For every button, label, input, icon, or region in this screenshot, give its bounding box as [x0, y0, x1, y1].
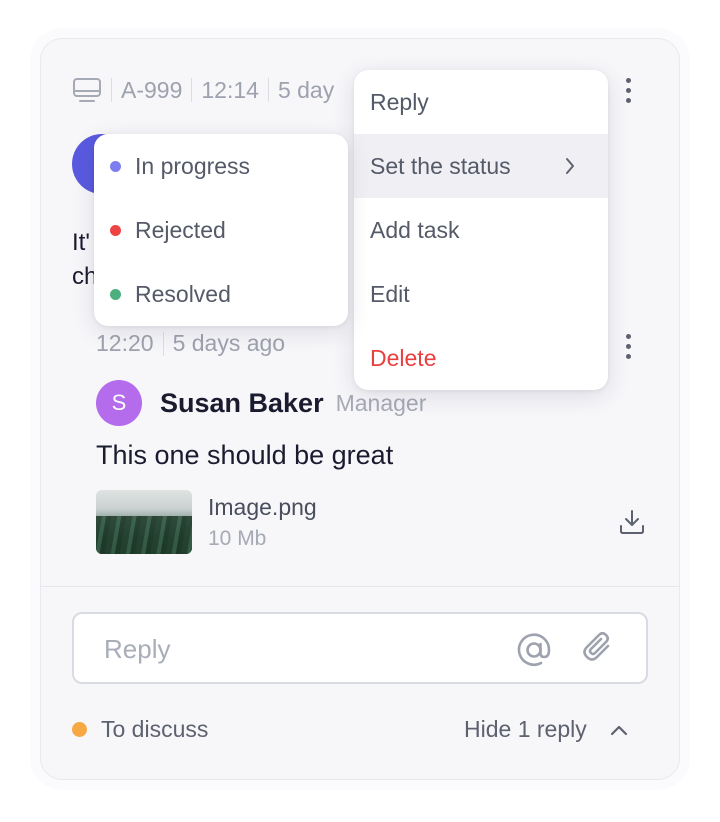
menu-item-label: Set the status — [370, 152, 511, 179]
reply-input[interactable] — [104, 632, 484, 666]
status-option-label: Resolved — [135, 280, 231, 307]
hide-replies-button[interactable]: Hide 1 reply — [464, 716, 629, 743]
menu-item-label: Edit — [370, 280, 410, 307]
hide-replies-label: Hide 1 reply — [464, 716, 587, 742]
paperclip-icon[interactable] — [578, 628, 618, 668]
attachment[interactable]: Image.png 10 Mb — [96, 490, 317, 554]
menu-item-label: Delete — [370, 344, 437, 371]
status-dot — [72, 722, 87, 737]
chevron-right-icon — [566, 158, 574, 174]
mention-icon[interactable] — [514, 630, 554, 670]
monitor-icon — [72, 77, 102, 103]
status-badge[interactable]: To discuss — [72, 716, 208, 743]
reply-ago: 5 days ago — [172, 330, 286, 356]
status-dot — [110, 224, 121, 236]
comment-meta: A-999 12:14 5 day — [72, 72, 334, 108]
more-vertical-icon[interactable] — [618, 70, 638, 110]
author-role: Manager — [335, 389, 427, 416]
author-name[interactable]: Susan Baker — [160, 388, 324, 419]
file-size: 10 Mb — [208, 526, 267, 550]
menu-item-set-status[interactable]: Set the status — [354, 134, 608, 198]
reply-more-vertical-icon[interactable] — [618, 326, 638, 366]
download-icon[interactable] — [618, 508, 646, 536]
menu-item-add-task[interactable]: Add task — [354, 198, 608, 262]
menu-item-delete[interactable]: Delete — [354, 326, 608, 390]
status-option-label: Rejected — [135, 216, 226, 243]
chevron-up-icon — [610, 725, 627, 735]
file-name: Image.png — [208, 493, 317, 520]
avatar: S — [96, 380, 142, 426]
menu-item-edit[interactable]: Edit — [354, 262, 608, 326]
status-option-rejected[interactable]: Rejected — [94, 198, 348, 262]
comment-id: A-999 — [121, 76, 183, 103]
context-menu: Reply Set the status Add task Edit Delet… — [354, 70, 608, 390]
reply-time: 12:20 — [96, 330, 154, 356]
status-submenu: In progress Rejected Resolved — [94, 134, 348, 326]
status-dot — [110, 160, 121, 172]
divider — [41, 586, 679, 587]
status-label: To discuss — [101, 716, 209, 742]
menu-item-label: Reply — [370, 88, 429, 115]
status-option-resolved[interactable]: Resolved — [94, 262, 348, 326]
reply-field — [72, 612, 648, 684]
comment-text-line1: It' — [72, 229, 90, 256]
status-option-label: In progress — [135, 152, 251, 179]
menu-item-label: Add task — [370, 216, 460, 243]
image-thumbnail[interactable] — [96, 490, 192, 554]
reply-text: This one should be great — [96, 440, 394, 470]
comment-time: 12:14 — [201, 76, 259, 103]
reply-meta: 12:20 5 days ago — [96, 330, 285, 357]
menu-item-reply[interactable]: Reply — [354, 70, 608, 134]
status-dot — [110, 288, 121, 300]
comment-ago: 5 day — [277, 76, 335, 103]
status-option-in-progress[interactable]: In progress — [94, 134, 348, 198]
